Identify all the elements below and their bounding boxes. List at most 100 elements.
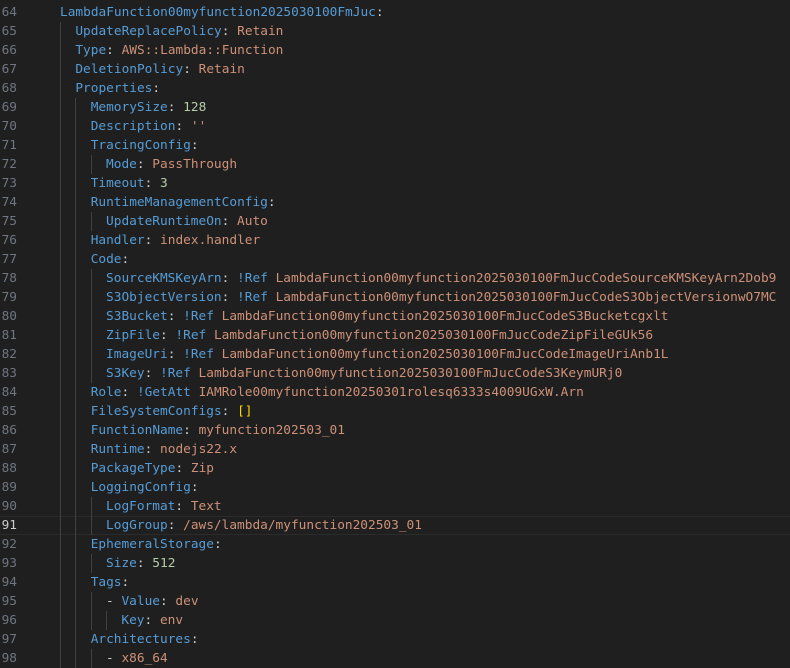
code-line[interactable]: 82 ImageUri: !Ref LambdaFunction00myfunct… xyxy=(0,344,790,364)
code-line[interactable]: 95 - Value: dev xyxy=(0,591,790,611)
code-token: : xyxy=(144,175,161,191)
code-line[interactable]: 81 ZipFile: !Ref LambdaFunction00myfuncti… xyxy=(0,325,790,345)
code-token: : xyxy=(183,61,199,77)
line-number: 65 xyxy=(1,23,17,39)
code-line[interactable]: 79 S3ObjectVersion: !Ref LambdaFunction00… xyxy=(0,287,790,307)
line-number: 95 xyxy=(1,593,17,609)
indent-guide xyxy=(60,97,61,117)
code-token: '' xyxy=(190,118,207,134)
indent-guide xyxy=(60,496,61,516)
code-token: : xyxy=(190,137,199,153)
line-number: 73 xyxy=(1,175,17,191)
code-token: !Ref xyxy=(175,327,207,343)
code-line[interactable]: 65 UpdateReplacePolicy: Retain xyxy=(0,21,790,41)
code-text: FunctionName: myfunction202503_01 xyxy=(91,421,345,440)
indent-guide xyxy=(75,553,77,573)
indent-guide xyxy=(90,306,92,326)
indent-guide xyxy=(75,477,77,497)
code-text: Handler: index.handler xyxy=(91,231,261,250)
code-line[interactable]: 76 Handler: index.handler xyxy=(0,230,790,250)
code-line[interactable]: 87 Runtime: nodejs22.x xyxy=(0,439,790,459)
indent-guide xyxy=(60,629,61,649)
code-token: : xyxy=(221,403,238,419)
code-line[interactable]: 86 FunctionName: myfunction202503_01 xyxy=(0,420,790,440)
indent-guide xyxy=(60,572,61,592)
code-line[interactable]: 91 LogGroup: /aws/lambda/myfunction202503… xyxy=(0,515,790,535)
code-line[interactable]: 74 RuntimeManagementConfig: xyxy=(0,192,790,212)
code-line[interactable]: 77 Code: xyxy=(0,249,790,269)
code-line[interactable]: 84 Role: !GetAtt IAMRole00myfunction20250… xyxy=(0,382,790,402)
indent-guide xyxy=(60,458,61,478)
code-text: Architectures: xyxy=(91,630,199,649)
code-line[interactable]: 88 PackageType: Zip xyxy=(0,458,790,478)
code-text: Properties: xyxy=(75,79,160,98)
indent-guide xyxy=(60,515,61,535)
code-line[interactable]: 98 - x86_64 xyxy=(0,648,790,668)
line-number: 94 xyxy=(1,574,17,590)
code-line[interactable]: 97 Architectures: xyxy=(0,629,790,649)
indent-guide xyxy=(60,230,61,250)
indent-guide xyxy=(90,610,92,630)
code-token: : xyxy=(106,42,122,58)
code-token: SourceKMSKeyArn xyxy=(106,270,222,286)
code-token: PassThrough xyxy=(152,156,238,172)
code-line[interactable]: 67 DeletionPolicy: Retain xyxy=(0,59,790,79)
code-token: ImageUri xyxy=(106,346,168,362)
code-token: : xyxy=(121,574,130,590)
indent-guide xyxy=(90,515,92,535)
code-line[interactable]: 89 LoggingConfig: xyxy=(0,477,790,497)
indent-guide xyxy=(60,610,61,630)
code-line[interactable]: 66 Type: AWS::Lambda::Function xyxy=(0,40,790,60)
code-token: : xyxy=(183,422,199,438)
code-line[interactable]: 78 SourceKMSKeyArn: !Ref LambdaFunction00… xyxy=(0,268,790,288)
code-token: nodejs22.x xyxy=(160,441,238,457)
indent-guide xyxy=(60,382,61,402)
code-line[interactable]: 94 Tags: xyxy=(0,572,790,592)
code-line[interactable]: 96 Key: env xyxy=(0,610,790,630)
code-token: : xyxy=(175,498,191,514)
code-token: : xyxy=(221,213,238,229)
code-token: Text xyxy=(190,498,222,514)
line-number: 67 xyxy=(1,61,17,77)
code-line[interactable]: 85 FileSystemConfigs: [] xyxy=(0,401,790,421)
code-token: Mode xyxy=(106,156,137,172)
code-text: Role: !GetAtt IAMRole00myfunction2025030… xyxy=(91,383,584,402)
code-token: Auto xyxy=(237,213,268,229)
code-editor[interactable]: 64 LambdaFunction00myfunction2025030100Fm… xyxy=(0,0,790,668)
indent-guide xyxy=(75,230,77,250)
indent-guide xyxy=(90,268,92,288)
code-line[interactable]: 83 S3Key: !Ref LambdaFunction00myfunction… xyxy=(0,363,790,383)
code-line[interactable]: 75 UpdateRuntimeOn: Auto xyxy=(0,211,790,231)
code-token: UpdateRuntimeOn xyxy=(106,213,222,229)
code-line[interactable]: 90 LogFormat: Text xyxy=(0,496,790,516)
code-line[interactable]: 80 S3Bucket: !Ref LambdaFunction00myfunct… xyxy=(0,306,790,326)
code-text: - x86_64 xyxy=(106,649,168,668)
code-token: : xyxy=(221,270,238,286)
indent-guide xyxy=(75,496,77,516)
indent-guide xyxy=(75,629,77,649)
code-token: Value xyxy=(121,593,160,609)
line-number: 98 xyxy=(1,650,17,666)
code-line[interactable]: 71 TracingConfig: xyxy=(0,135,790,155)
indent-guide xyxy=(75,135,77,155)
indent-guide xyxy=(75,382,77,402)
code-line[interactable]: 64 LambdaFunction00myfunction2025030100Fm… xyxy=(0,3,790,22)
indent-guide xyxy=(90,344,92,364)
code-line[interactable]: 70 Description: '' xyxy=(0,116,790,136)
code-token: LogGroup xyxy=(106,517,168,533)
code-line[interactable]: 68 Properties: xyxy=(0,78,790,98)
code-text: Size: 512 xyxy=(106,554,175,573)
indent-guide xyxy=(60,591,61,611)
indent-guide xyxy=(60,401,61,421)
code-line[interactable]: 93 Size: 512 xyxy=(0,553,790,573)
code-text: LogGroup: /aws/lambda/myfunction202503_0… xyxy=(106,516,422,535)
code-line[interactable]: 92 EphemeralStorage: xyxy=(0,534,790,554)
code-line[interactable]: 72 Mode: PassThrough xyxy=(0,154,790,174)
indent-guide xyxy=(75,610,77,630)
line-number: 69 xyxy=(1,99,17,115)
code-line[interactable]: 69 MemorySize: 128 xyxy=(0,97,790,117)
code-line[interactable]: 73 Timeout: 3 xyxy=(0,173,790,193)
code-text: - Value: dev xyxy=(106,592,199,611)
code-text: Description: '' xyxy=(91,117,207,136)
indent-guide xyxy=(60,325,61,345)
